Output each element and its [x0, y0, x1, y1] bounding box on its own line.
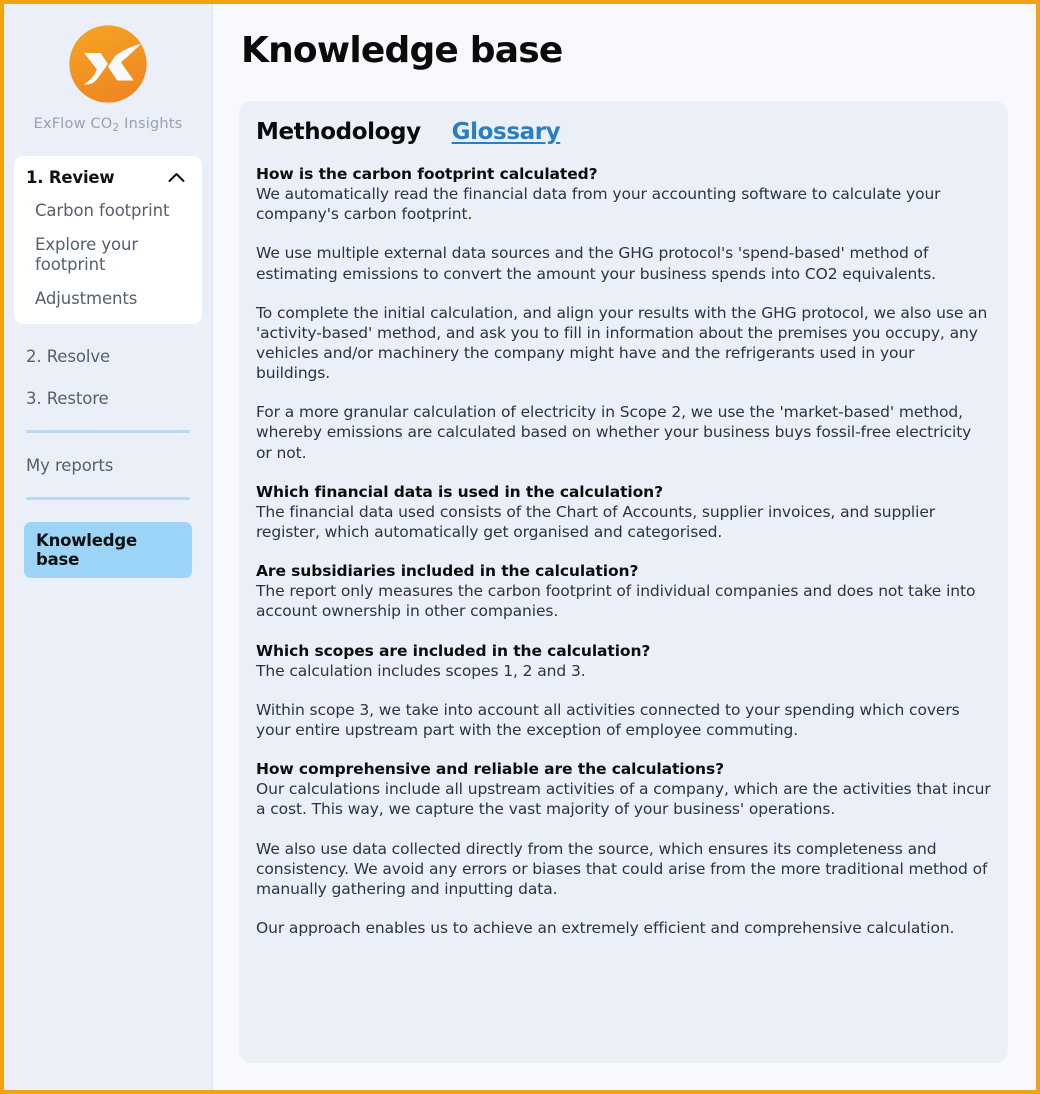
faq-question: Which scopes are included in the calcula…: [256, 641, 651, 660]
faq-answer: Our approach enables us to achieve an ex…: [256, 918, 955, 937]
faq-answer: The financial data used consists of the …: [256, 502, 936, 541]
sidebar-item-adjustments[interactable]: Adjustments: [14, 289, 202, 309]
sidebar-group-review-header[interactable]: 1. Review: [14, 168, 202, 187]
panel-tabs: Methodology Glossary: [255, 119, 992, 145]
faq-answer: We automatically read the financial data…: [256, 185, 941, 224]
knowledge-base-panel: Methodology Glossary How is the carbon f…: [239, 101, 1008, 1063]
tab-glossary[interactable]: Glossary: [452, 119, 561, 145]
faq-list: How is the carbon footprint calculated? …: [255, 164, 992, 938]
faq-answer: We use multiple external data sources an…: [256, 244, 937, 283]
brand-name-suffix: Insights: [119, 116, 183, 132]
brand-name: ExFlow CO2 Insights: [4, 116, 212, 134]
faq-answer: The report only measures the carbon foot…: [256, 582, 976, 621]
sidebar-divider-bottom: [26, 496, 190, 500]
exflow-logo-icon: [62, 18, 154, 110]
sidebar-item-my-reports[interactable]: My reports: [14, 456, 202, 475]
faq-answer: Within scope 3, we take into account all…: [256, 700, 960, 739]
sidebar-group-review-label: 1. Review: [26, 168, 115, 187]
sidebar-item-carbon-footprint[interactable]: Carbon footprint: [14, 201, 202, 221]
faq-question: How is the carbon footprint calculated?: [256, 165, 598, 183]
tab-methodology[interactable]: Methodology: [256, 119, 421, 145]
chevron-up-icon[interactable]: [168, 168, 185, 187]
faq-answer: For a more granular calculation of elect…: [256, 403, 972, 462]
faq-question: Which financial data is used in the calc…: [256, 482, 663, 501]
brand-name-prefix: ExFlow CO: [33, 116, 113, 132]
faq-question: Are subsidiaries included in the calcula…: [256, 562, 639, 581]
page-title: Knowledge base: [241, 30, 563, 71]
faq-question: How comprehensive and reliable are the c…: [256, 760, 724, 779]
sidebar-divider-top: [26, 429, 190, 433]
sidebar: ExFlow CO2 Insights 1. Review Carbon foo…: [4, 4, 213, 1090]
sidebar-item-resolve[interactable]: 2. Resolve: [14, 347, 202, 366]
faq-answer: Our calculations include all upstream ac…: [256, 780, 991, 819]
sidebar-item-restore[interactable]: 3. Restore: [14, 389, 202, 408]
sidebar-group-review-items: Carbon footprint Explore your footprint …: [14, 201, 202, 310]
sidebar-group-review: 1. Review Carbon footprint Explore your …: [14, 156, 202, 324]
sidebar-item-explore-your-footprint[interactable]: Explore your footprint: [14, 235, 202, 275]
faq-answer: The calculation includes scopes 1, 2 and…: [256, 661, 586, 680]
brand: ExFlow CO2 Insights: [4, 4, 212, 134]
faq-answer: We also use data collected directly from…: [256, 839, 988, 898]
main-content: Knowledge base Methodology Glossary How …: [213, 4, 1036, 1090]
sidebar-item-knowledge-base[interactable]: Knowledge base: [24, 521, 192, 578]
faq-answer: To complete the initial calculation, and…: [256, 303, 988, 383]
sidebar-nav: 1. Review Carbon footprint Explore your …: [4, 156, 212, 578]
